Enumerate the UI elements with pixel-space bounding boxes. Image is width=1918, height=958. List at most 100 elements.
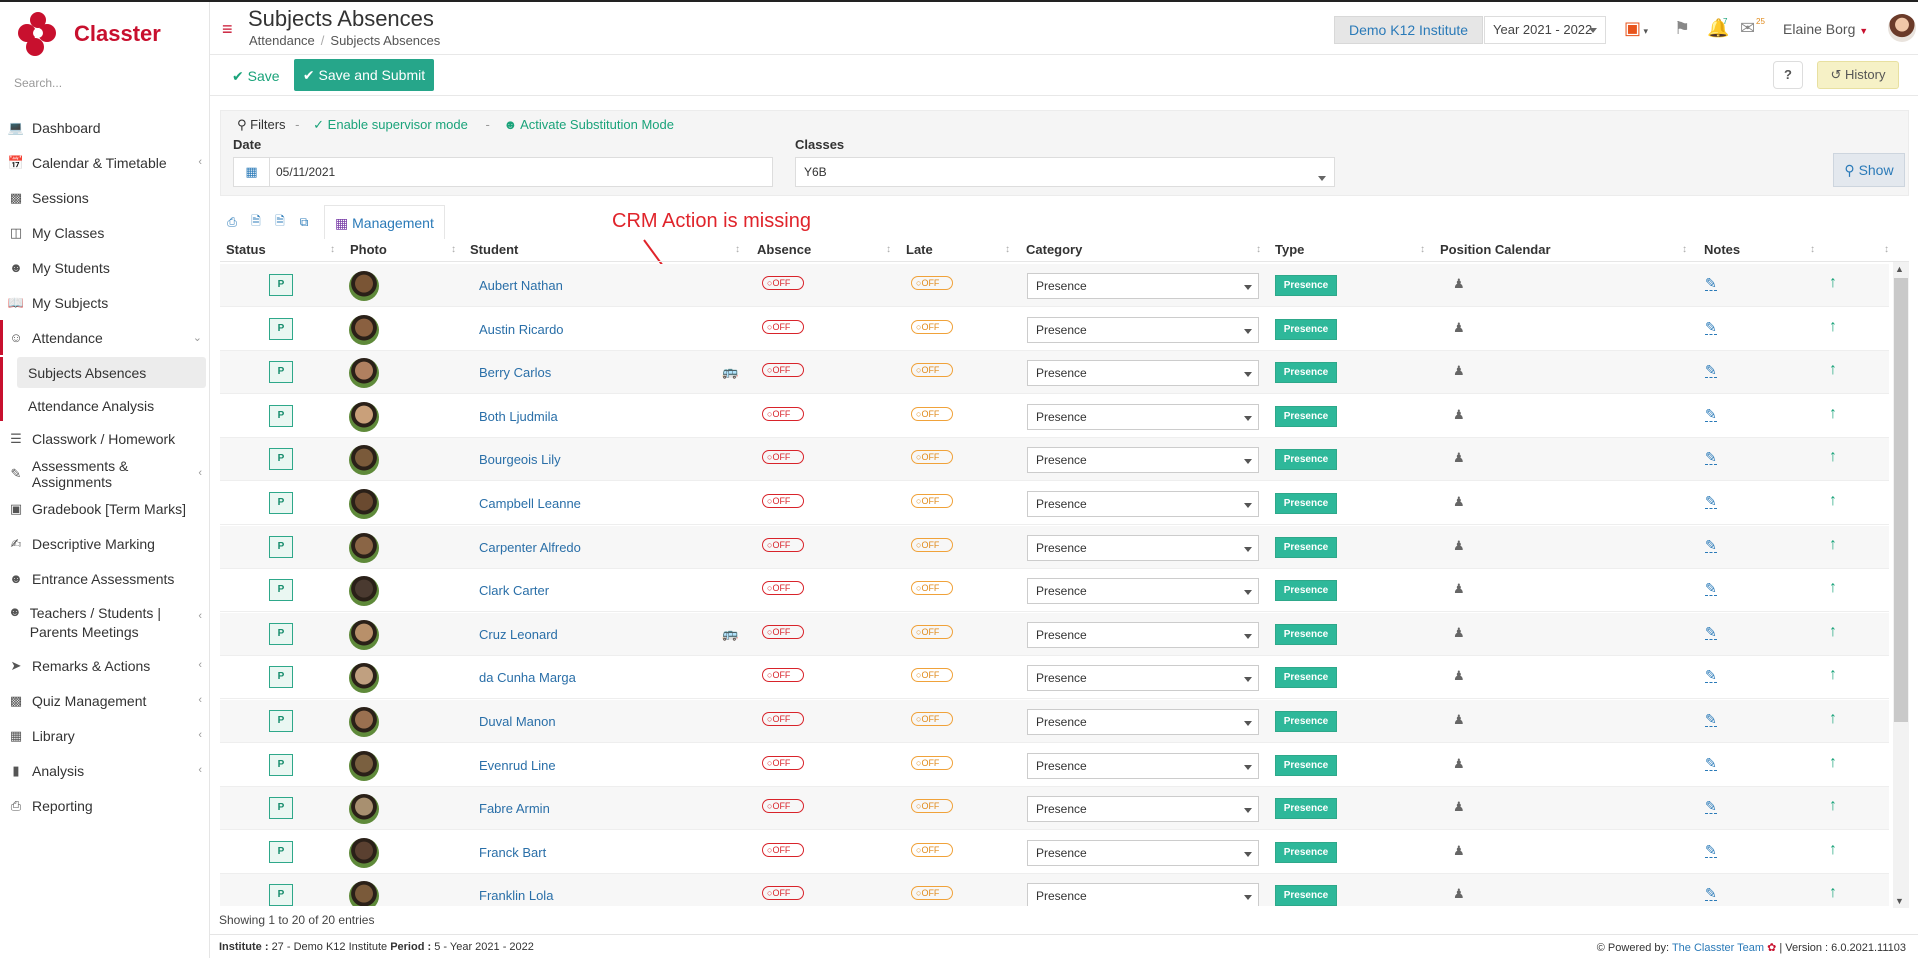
arrow-up-icon[interactable]: ↑ [1829, 623, 1837, 641]
scroll-down-icon[interactable]: ▼ [1895, 896, 1904, 906]
arrow-up-icon[interactable]: ↑ [1829, 318, 1837, 336]
csv-icon[interactable]: 🗎 [268, 212, 292, 233]
sidebar-subitem-subjects-absences[interactable]: Subjects Absences [17, 357, 206, 388]
student-name-link[interactable]: Cruz Leonard [479, 627, 558, 642]
sidebar-subitem-attendance-analysis[interactable]: Attendance Analysis [3, 390, 210, 421]
category-select[interactable]: Presence [1027, 665, 1259, 692]
student-name-link[interactable]: da Cunha Marga [479, 670, 576, 685]
position-calendar-icon[interactable]: ♟ [1453, 450, 1465, 466]
late-toggle[interactable]: ○OFF [911, 537, 953, 552]
arrow-up-icon[interactable]: ↑ [1829, 361, 1837, 379]
position-calendar-icon[interactable]: ♟ [1453, 407, 1465, 423]
status-badge[interactable]: P [269, 492, 293, 514]
notes-edit-icon[interactable]: ✎ [1705, 363, 1717, 379]
col-notes[interactable]: Notes [1704, 242, 1740, 257]
notes-edit-icon[interactable]: ✎ [1705, 799, 1717, 815]
year-dropdown[interactable]: Year 2021 - 2022 [1484, 16, 1606, 44]
status-badge[interactable]: P [269, 579, 293, 602]
absence-toggle[interactable]: ○OFF [762, 406, 804, 421]
col-absence[interactable]: Absence [757, 242, 811, 257]
save-button[interactable]: ✔ Save [232, 63, 280, 89]
status-badge[interactable]: P [269, 753, 293, 776]
position-calendar-icon[interactable]: ♟ [1453, 276, 1465, 292]
arrow-up-icon[interactable]: ↑ [1829, 884, 1837, 902]
position-calendar-icon[interactable]: ♟ [1453, 756, 1465, 772]
status-badge[interactable]: P [269, 797, 293, 820]
status-badge[interactable]: P [269, 448, 293, 471]
category-select[interactable]: Presence [1027, 796, 1259, 823]
absence-toggle[interactable]: ○OFF [762, 450, 804, 465]
student-name-link[interactable]: Austin Ricardo [479, 322, 564, 337]
col-student[interactable]: Student [470, 242, 518, 257]
category-select[interactable]: Presence [1027, 491, 1259, 517]
late-toggle[interactable]: ○OFF [911, 624, 953, 639]
notes-edit-icon[interactable]: ✎ [1705, 407, 1717, 422]
status-badge[interactable]: P [269, 622, 293, 645]
student-name-link[interactable]: Campbell Leanne [479, 496, 581, 511]
sidebar-search-input[interactable]: Search... [14, 76, 194, 90]
notes-edit-icon[interactable]: ✎ [1705, 712, 1717, 727]
save-and-submit-button[interactable]: ✔ Save and Submit [294, 59, 434, 91]
arrow-up-icon[interactable]: ↑ [1829, 797, 1837, 815]
late-toggle[interactable]: ○OFF [911, 712, 953, 726]
calendar-icon[interactable]: ▦ [234, 158, 270, 186]
notes-edit-icon[interactable]: ✎ [1705, 581, 1717, 597]
sidebar-item-dashboard[interactable]: 💻 Dashboard [0, 110, 210, 145]
flag-icon[interactable]: ⚑ [1674, 18, 1690, 39]
absence-toggle[interactable]: ○OFF [762, 363, 804, 378]
office-icon[interactable]: ▣ ▾ [1624, 18, 1648, 39]
sidebar-item-sessions[interactable]: ▩ Sessions [0, 180, 210, 215]
status-badge[interactable]: P [269, 317, 293, 340]
late-toggle[interactable]: ○OFF [911, 842, 953, 857]
notes-edit-icon[interactable]: ✎ [1705, 320, 1717, 335]
notes-edit-icon[interactable]: ✎ [1705, 625, 1717, 640]
absence-toggle[interactable]: ○OFF [762, 581, 804, 596]
student-name-link[interactable]: Franck Bart [479, 845, 546, 860]
sidebar-item-entrance-assessments[interactable]: ☻ Entrance Assessments [0, 561, 210, 596]
arrow-up-icon[interactable]: ↑ [1829, 666, 1837, 684]
absence-toggle[interactable]: ○OFF [762, 755, 804, 770]
absence-toggle[interactable]: ○OFF [762, 712, 804, 726]
late-toggle[interactable]: ○OFF [911, 799, 953, 814]
absence-toggle[interactable]: ○OFF [762, 494, 804, 508]
logo[interactable]: Classter [18, 12, 161, 56]
student-name-link[interactable]: Both Ljudmila [479, 409, 558, 424]
position-calendar-icon[interactable]: ♟ [1453, 625, 1465, 641]
sidebar-item-assessments-assignments[interactable]: ✎ Assessments & Assignments ‹ [0, 456, 210, 491]
late-toggle[interactable]: ○OFF [911, 276, 953, 290]
absence-toggle[interactable]: ○OFF [762, 624, 804, 639]
excel-icon[interactable]: 🗎 [244, 212, 268, 233]
late-toggle[interactable]: ○OFF [911, 581, 953, 596]
notes-edit-icon[interactable]: ✎ [1705, 450, 1717, 466]
late-toggle[interactable]: ○OFF [911, 363, 953, 378]
hamburger-menu-icon[interactable]: ≡ [222, 20, 233, 38]
category-select[interactable]: Presence [1027, 360, 1259, 387]
position-calendar-icon[interactable]: ♟ [1453, 363, 1465, 379]
sidebar-item-my-classes[interactable]: ◫ My Classes [0, 215, 210, 250]
classter-team-link[interactable]: The Classter Team [1672, 942, 1764, 954]
late-toggle[interactable]: ○OFF [911, 886, 953, 901]
late-toggle[interactable]: ○OFF [911, 494, 953, 508]
sidebar-item-analysis[interactable]: ▮ Analysis ‹ [0, 753, 210, 788]
status-badge[interactable]: P [269, 884, 293, 906]
status-badge[interactable]: P [269, 274, 293, 296]
status-badge[interactable]: P [269, 840, 293, 863]
late-toggle[interactable]: ○OFF [911, 450, 953, 465]
position-calendar-icon[interactable]: ♟ [1453, 538, 1465, 554]
col-photo[interactable]: Photo [350, 242, 387, 257]
arrow-up-icon[interactable]: ↑ [1829, 448, 1837, 466]
position-calendar-icon[interactable]: ♟ [1453, 668, 1465, 684]
category-select[interactable]: Presence [1027, 709, 1259, 735]
position-calendar-icon[interactable]: ♟ [1453, 320, 1465, 336]
category-select[interactable]: Presence [1027, 883, 1259, 906]
arrow-up-icon[interactable]: ↑ [1829, 841, 1837, 859]
sidebar-item-quiz-management[interactable]: ▩ Quiz Management ‹ [0, 683, 210, 718]
arrow-up-icon[interactable]: ↑ [1829, 536, 1837, 554]
status-badge[interactable]: P [269, 361, 293, 384]
student-name-link[interactable]: Fabre Armin [479, 801, 550, 816]
help-button[interactable]: ? [1773, 61, 1803, 89]
print-icon[interactable]: ⎙ [220, 215, 244, 230]
col-type[interactable]: Type [1275, 242, 1304, 257]
col-category[interactable]: Category [1026, 242, 1082, 257]
category-select[interactable]: Presence [1027, 839, 1259, 866]
